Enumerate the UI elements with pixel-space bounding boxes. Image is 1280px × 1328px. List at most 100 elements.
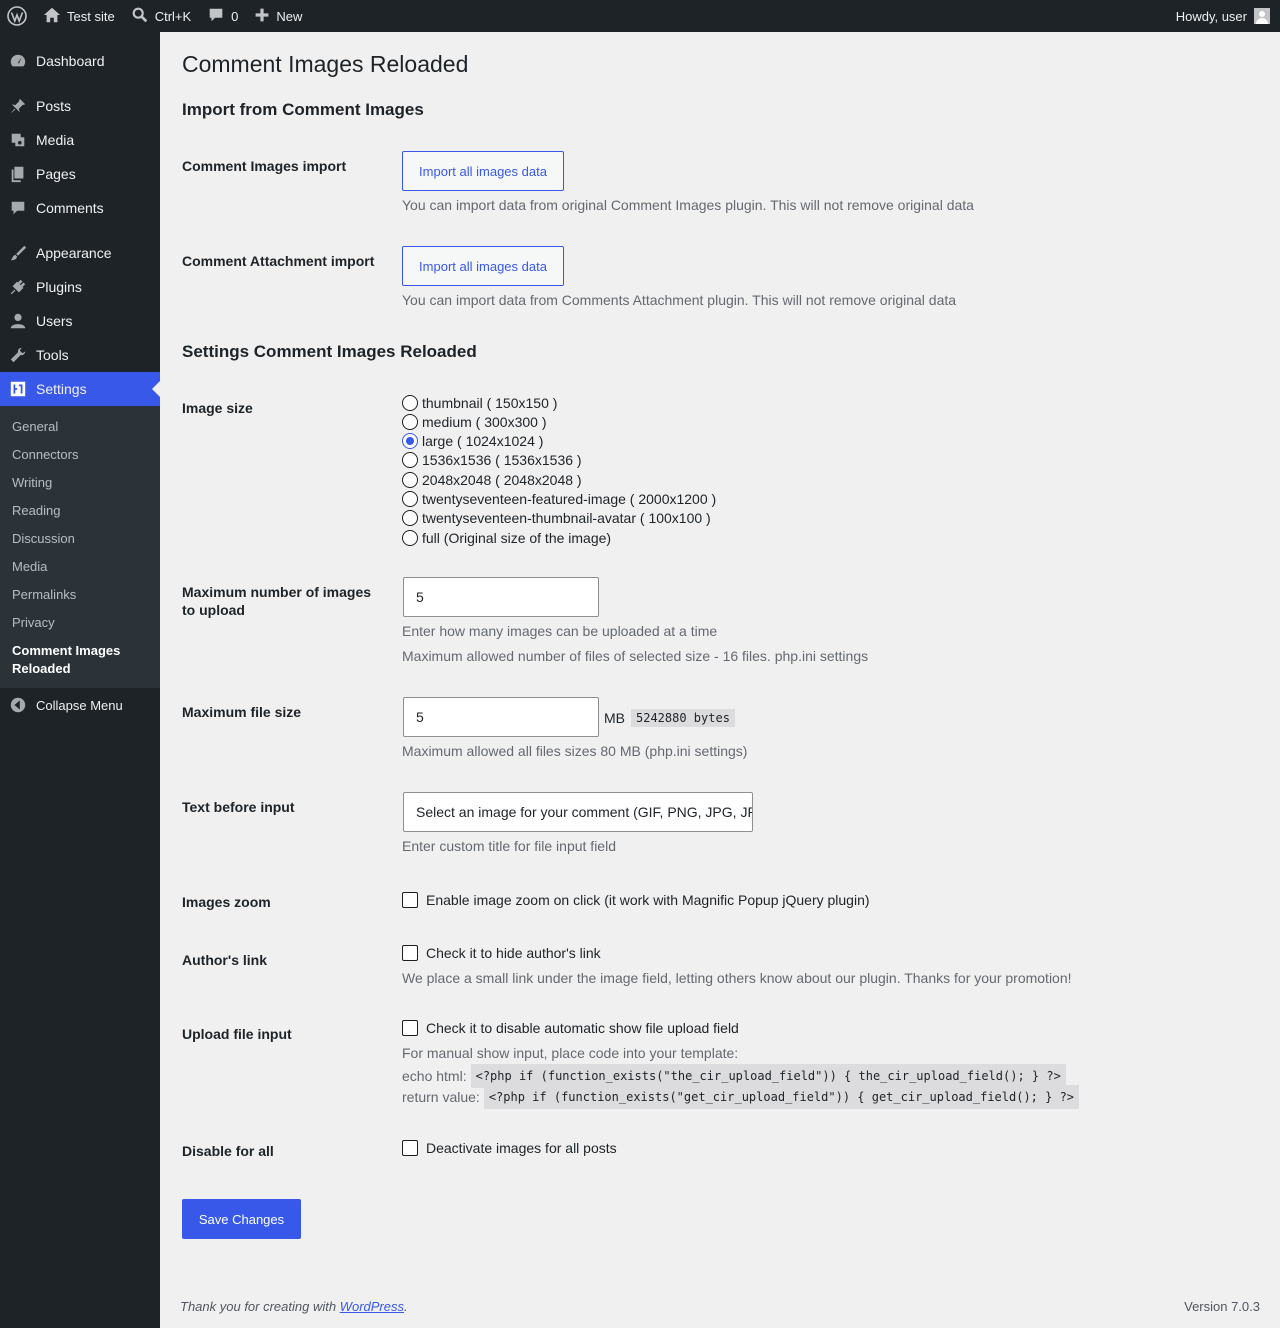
menu-appearance[interactable]: Appearance	[0, 236, 160, 270]
menu-posts[interactable]: Posts	[0, 89, 160, 123]
image-size-option[interactable]: large ( 1024x1024 )	[402, 431, 543, 450]
return-value-row: return value: <?php if (function_exists(…	[402, 1085, 1080, 1109]
upload-file-input-label: Upload file input	[182, 1026, 292, 1042]
image-size-option[interactable]: full (Original size of the image)	[402, 528, 611, 547]
collapse-menu-button[interactable]: Collapse Menu	[0, 688, 160, 722]
image-size-option[interactable]: 1536x1536 ( 1536x1536 )	[402, 450, 582, 469]
menu-label: Comments	[36, 200, 104, 216]
menu-label: Pages	[36, 166, 76, 182]
images-zoom-text: Enable image zoom on click (it work with…	[426, 892, 870, 908]
max-images-description: Enter how many images can be uploaded at…	[402, 623, 718, 639]
wrench-icon	[0, 346, 36, 364]
page-title: Comment Images Reloaded	[182, 51, 469, 77]
return-value-label: return value:	[402, 1089, 480, 1105]
submenu-privacy[interactable]: Privacy	[12, 614, 55, 632]
images-zoom-checkbox[interactable]	[402, 892, 418, 908]
admin-bar: Test site Ctrl+K 0 New Howdy, user	[0, 0, 1280, 32]
upload-file-input-description: For manual show input, place code into y…	[402, 1045, 739, 1061]
import-comment-attachment-button[interactable]: Import all images data	[402, 246, 564, 286]
my-account[interactable]: Howdy, user	[1168, 0, 1280, 32]
disable-for-all-text: Deactivate images for all posts	[426, 1140, 617, 1156]
ca-import-label: Comment Attachment import	[182, 253, 375, 269]
menu-label: Media	[36, 132, 75, 148]
search-shortcut: Ctrl+K	[154, 8, 192, 24]
image-size-option[interactable]: twentyseventeen-thumbnail-avatar ( 100x1…	[402, 508, 711, 527]
submenu-general[interactable]: General	[12, 418, 58, 436]
upload-file-input-checkbox[interactable]	[402, 1020, 418, 1036]
menu-comments[interactable]: Comments	[0, 191, 160, 225]
image-size-radio[interactable]	[402, 490, 418, 507]
menu-pages[interactable]: Pages	[0, 157, 160, 191]
image-size-option[interactable]: medium ( 300x300 )	[402, 412, 547, 431]
echo-html-label: echo html:	[402, 1068, 467, 1084]
site-name-link[interactable]: Test site	[35, 0, 123, 32]
max-file-size-input[interactable]: 5	[403, 697, 599, 737]
save-changes-button[interactable]: Save Changes	[182, 1199, 301, 1239]
settings-icon	[0, 380, 36, 398]
menu-users[interactable]: Users	[0, 304, 160, 338]
ci-import-label: Comment Images import	[182, 158, 347, 174]
image-size-radio[interactable]	[402, 413, 418, 430]
image-size-radio[interactable]	[402, 432, 418, 449]
menu-settings[interactable]: Settings	[0, 372, 160, 406]
image-size-radio[interactable]	[402, 471, 418, 488]
disable-for-all-checkbox[interactable]	[402, 1140, 418, 1156]
menu-tools[interactable]: Tools	[0, 338, 160, 372]
image-size-option[interactable]: 2048x2048 ( 2048x2048 )	[402, 470, 582, 489]
submenu-reading[interactable]: Reading	[12, 502, 60, 520]
authors-link-text: Check it to hide author's link	[426, 945, 601, 961]
submenu-permalinks[interactable]: Permalinks	[12, 586, 76, 604]
menu-label: Dashboard	[36, 53, 105, 69]
image-size-option[interactable]: twentyseventeen-featured-image ( 2000x12…	[402, 489, 716, 508]
disable-for-all-option[interactable]: Deactivate images for all posts	[402, 1140, 617, 1156]
text-before-input-field[interactable]: Select an image for your comment (GIF, P…	[403, 792, 753, 832]
authors-link-checkbox[interactable]	[402, 945, 418, 961]
image-size-radio[interactable]	[402, 394, 418, 411]
avatar	[1254, 8, 1270, 24]
comment-icon	[0, 199, 36, 217]
footer-thanks-suffix: .	[404, 1299, 408, 1314]
submenu-media[interactable]: Media	[12, 558, 47, 576]
menu-dashboard[interactable]: Dashboard	[0, 44, 160, 78]
command-search[interactable]: Ctrl+K	[123, 0, 199, 32]
upload-file-input-text: Check it to disable automatic show file …	[426, 1020, 739, 1036]
image-size-option-label: large ( 1024x1024 )	[422, 432, 544, 449]
return-value-code: <?php if (function_exists("get_cir_uploa…	[483, 1085, 1080, 1109]
image-size-radio[interactable]	[402, 509, 418, 526]
ci-import-description: You can import data from original Commen…	[402, 197, 974, 213]
settings-heading: Settings Comment Images Reloaded	[182, 342, 477, 361]
comments-link[interactable]: 0	[199, 0, 246, 32]
home-icon	[43, 6, 61, 27]
pages-icon	[0, 165, 36, 183]
menu-label: Appearance	[36, 245, 112, 261]
import-heading: Import from Comment Images	[182, 100, 424, 119]
max-file-size-description: Maximum allowed all files sizes 80 MB (p…	[402, 743, 748, 759]
max-images-input[interactable]: 5	[403, 577, 599, 617]
wordpress-link[interactable]: WordPress	[340, 1299, 404, 1314]
menu-label: Settings	[36, 381, 87, 397]
wordpress-logo-icon[interactable]	[0, 0, 35, 32]
image-size-radio[interactable]	[402, 451, 418, 468]
menu-plugins[interactable]: Plugins	[0, 270, 160, 304]
menu-label: Plugins	[36, 279, 82, 295]
submenu-discussion[interactable]: Discussion	[12, 530, 75, 548]
authors-link-option[interactable]: Check it to hide author's link	[402, 945, 601, 961]
image-size-option[interactable]: thumbnail ( 150x150 )	[402, 393, 557, 412]
new-content-link[interactable]: New	[246, 0, 310, 32]
image-size-option-label: medium ( 300x300 )	[422, 413, 547, 430]
comment-icon	[207, 6, 225, 27]
submenu-writing[interactable]: Writing	[12, 474, 52, 492]
images-zoom-option[interactable]: Enable image zoom on click (it work with…	[402, 892, 870, 908]
bytes-value: 5242880 bytes	[631, 709, 735, 727]
footer-thanks: Thank you for creating with WordPress.	[180, 1299, 408, 1314]
menu-media[interactable]: Media	[0, 123, 160, 157]
submenu-connectors[interactable]: Connectors	[12, 446, 78, 464]
image-size-radio[interactable]	[402, 529, 418, 546]
image-size-option-label: 1536x1536 ( 1536x1536 )	[422, 451, 582, 468]
import-comment-images-button[interactable]: Import all images data	[402, 151, 564, 191]
submenu-comment-images-reloaded[interactable]: Comment Images Reloaded	[12, 642, 142, 678]
text-before-input-description: Enter custom title for file input field	[402, 838, 616, 854]
upload-file-input-option[interactable]: Check it to disable automatic show file …	[402, 1020, 739, 1036]
disable-for-all-label: Disable for all	[182, 1143, 274, 1159]
search-icon	[131, 6, 149, 27]
